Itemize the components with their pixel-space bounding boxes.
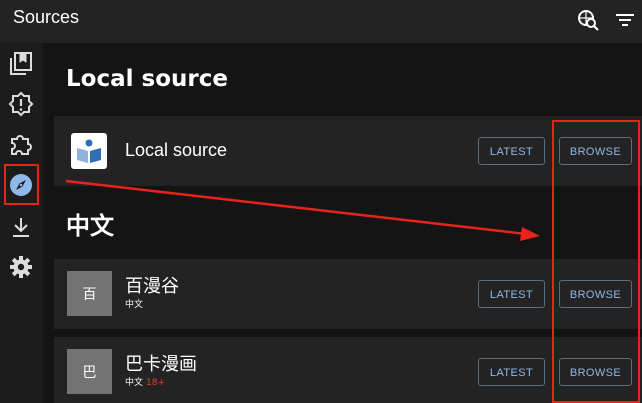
source-name: Local source — [125, 140, 228, 160]
latest-button[interactable]: LATEST — [478, 280, 545, 308]
puzzle-icon[interactable] — [8, 131, 34, 157]
library-icon[interactable] — [8, 51, 34, 77]
latest-button[interactable]: LATEST — [478, 137, 545, 165]
compass-icon[interactable] — [8, 172, 34, 198]
top-app-bar: Sources — [0, 0, 642, 43]
navigation-rail — [0, 43, 43, 403]
page-title: Sources — [13, 7, 80, 27]
latest-button[interactable]: LATEST — [478, 358, 545, 386]
language-label: 中文 — [125, 378, 144, 388]
source-language: 中文 — [125, 297, 143, 310]
gear-icon[interactable] — [8, 254, 34, 280]
nsfw-badge: 18+ — [146, 378, 166, 388]
download-icon[interactable] — [8, 215, 34, 241]
source-thumbnail: 巴 — [67, 349, 112, 394]
annotation-highlight-box — [552, 120, 640, 403]
alert-badge-icon[interactable] — [8, 91, 34, 117]
source-name: 百漫谷 — [125, 276, 179, 297]
source-name: 巴卡漫画 — [125, 354, 197, 375]
global-search-icon[interactable] — [577, 9, 599, 31]
language-label: 中文 — [125, 300, 144, 310]
section-header-local: Local source — [66, 66, 228, 92]
source-thumbnail: 百 — [67, 271, 112, 316]
filter-icon[interactable] — [614, 9, 636, 31]
local-source-logo-icon — [71, 133, 107, 169]
section-header-chinese: 中文 — [66, 212, 114, 240]
source-language: 中文 18+ — [125, 375, 165, 388]
